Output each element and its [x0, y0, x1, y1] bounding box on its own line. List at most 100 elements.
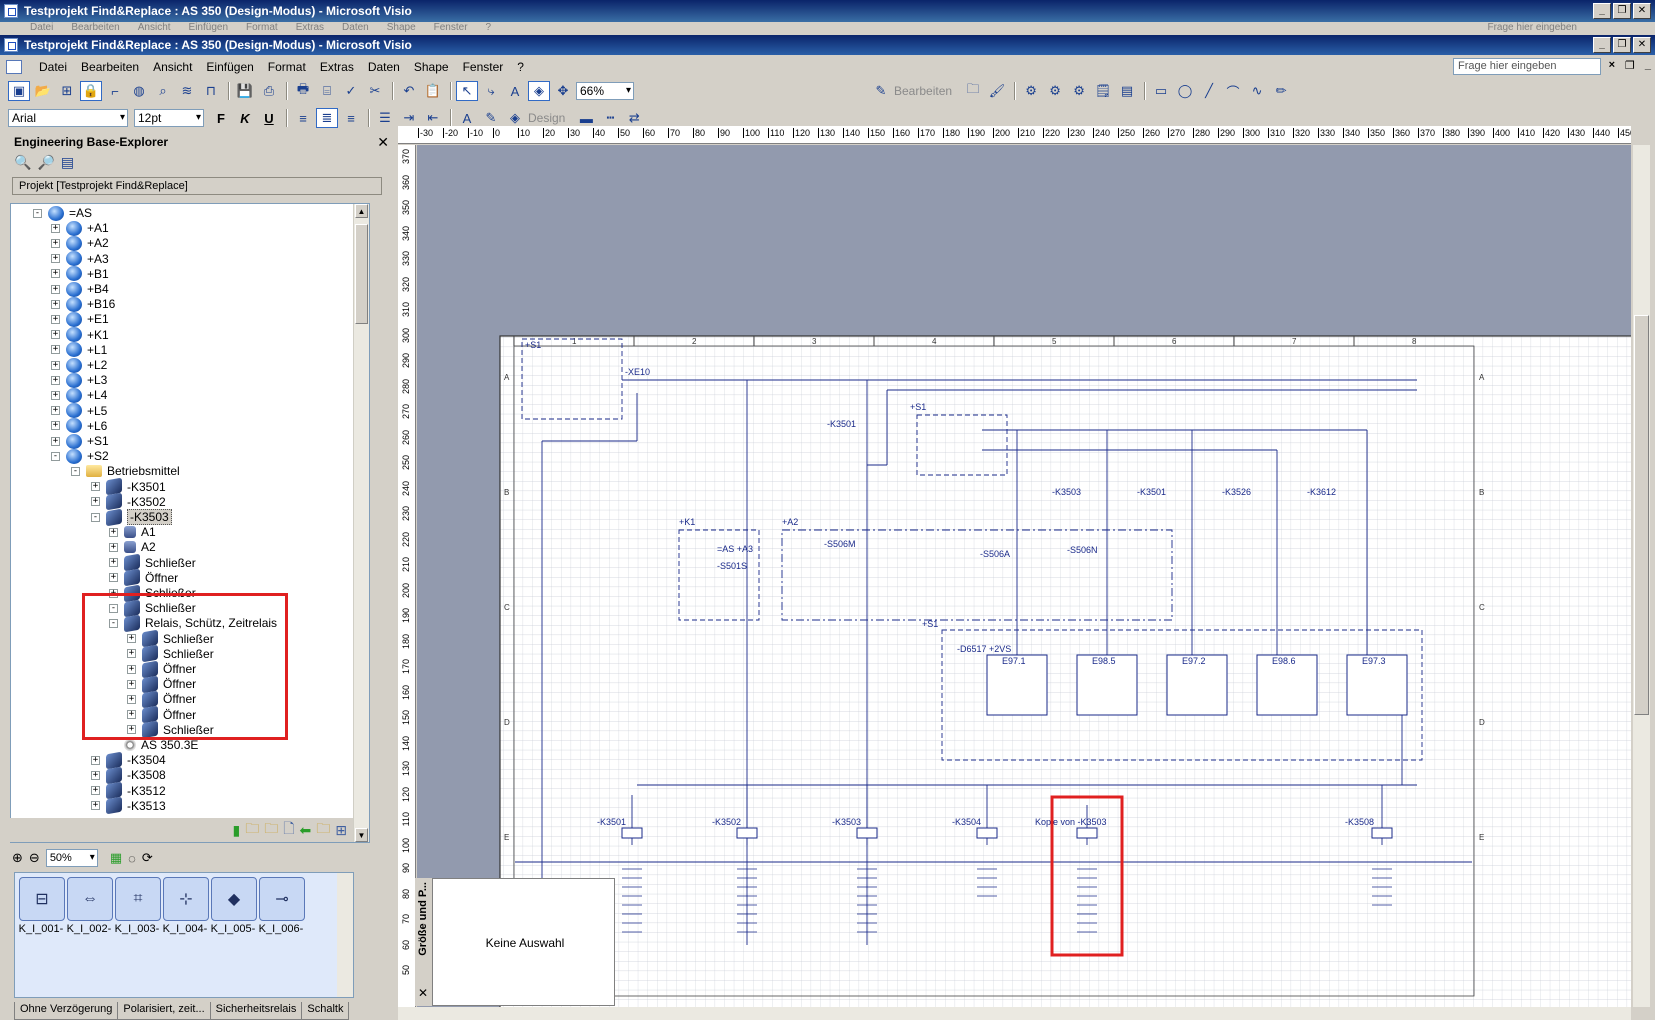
tree-node[interactable]: + +A1	[51, 220, 109, 236]
stencil-zoom-out-icon[interactable]: ⊖	[29, 850, 40, 866]
expand-icon[interactable]: +	[127, 679, 136, 689]
tree-node[interactable]: - -K3503	[91, 508, 172, 526]
tree-node[interactable]: + +A3	[51, 251, 109, 267]
tree-node[interactable]: + +L5	[51, 403, 107, 419]
pencil-tool-icon[interactable]: ✏	[1270, 81, 1292, 101]
menu-extras[interactable]: Extras	[313, 60, 361, 74]
underline-button[interactable]: U	[258, 108, 280, 128]
edit-menu-label[interactable]: Bearbeiten	[894, 84, 952, 98]
stencil-zoom-select[interactable]: 50%	[45, 849, 98, 867]
tree-node[interactable]: + -K3508	[91, 766, 166, 785]
expand-icon[interactable]: +	[109, 542, 118, 552]
tree-node[interactable]: + -K3501	[91, 477, 166, 496]
size-panel-close-icon[interactable]: ✕	[418, 986, 428, 1000]
stencil-shape[interactable]: ⊹	[163, 877, 209, 921]
pointer-tool-icon[interactable]: ↖	[456, 81, 478, 101]
tree-node[interactable]: + Schließer	[109, 584, 196, 602]
tree-node[interactable]: + Öffner	[127, 660, 196, 678]
back-arrow-icon[interactable]: ⬅	[300, 822, 312, 839]
doc-restore-button[interactable]: ❐	[1613, 37, 1631, 53]
tree-node[interactable]: + Öffner	[127, 675, 196, 694]
note-icon[interactable]: 🗒	[1092, 81, 1114, 101]
connector-icon[interactable]: ⌐	[104, 81, 126, 101]
stack-icon[interactable]: ≋	[176, 81, 198, 101]
zoom-select[interactable]: 66%	[576, 82, 634, 100]
tree-node[interactable]: + +E1	[51, 311, 109, 327]
doc-close-button[interactable]: ✕	[1633, 37, 1651, 53]
preview-icon[interactable]: ⌸	[316, 81, 338, 101]
stencil-folder3-icon[interactable]: 🗀	[316, 818, 330, 842]
stencil-folder2-icon[interactable]: 🗀	[264, 818, 278, 842]
expand-icon[interactable]: +	[51, 284, 60, 294]
expand-icon[interactable]: +	[51, 436, 60, 446]
font-size-select[interactable]: 12pt	[134, 109, 204, 127]
tree-node[interactable]: + +L1	[51, 342, 107, 358]
menu-shape[interactable]: Shape	[407, 60, 456, 74]
mdi-close-icon[interactable]: ×	[1609, 59, 1615, 72]
stencil-refresh-icon[interactable]: ⟳	[142, 850, 153, 866]
route-icon[interactable]: ⊓	[200, 81, 222, 101]
collapse-icon[interactable]: -	[71, 466, 80, 476]
line-color-icon[interactable]: ✎	[480, 108, 502, 128]
tree-node[interactable]: + A1	[109, 524, 156, 540]
menu-format[interactable]: Format	[261, 60, 313, 74]
stencil-filter-icon[interactable]: ◌	[128, 851, 136, 866]
align-left-icon[interactable]: ≡	[292, 108, 314, 128]
expand-icon[interactable]: +	[109, 573, 118, 583]
menu-einfügen[interactable]: Einfügen	[199, 60, 260, 74]
table-icon[interactable]: ▤	[1116, 81, 1138, 101]
tree-node[interactable]: + +K1	[51, 327, 109, 343]
expand-icon[interactable]: +	[51, 421, 60, 431]
document-icon[interactable]	[6, 59, 22, 74]
line-tool-icon[interactable]: ╱	[1198, 81, 1220, 101]
find-icon[interactable]: ⌕	[152, 81, 174, 101]
stencil-shape[interactable]: ◆	[211, 877, 257, 921]
expand-icon[interactable]: +	[109, 558, 118, 568]
ellipse-tool-icon[interactable]: ◯	[1174, 81, 1196, 101]
expand-icon[interactable]: +	[51, 299, 60, 309]
line-ends-icon[interactable]: ⇄	[623, 108, 645, 128]
menu-help[interactable]: ?	[510, 60, 531, 74]
print-preview-icon[interactable]: ⎙	[258, 81, 280, 101]
align-right-icon[interactable]: ≡	[340, 108, 362, 128]
text-tool-icon[interactable]: A	[504, 81, 526, 101]
stencil-shape[interactable]: ⌗	[115, 877, 161, 921]
stencil-grid-view-icon[interactable]: ▦	[110, 850, 122, 866]
align-center-icon[interactable]: ≣	[316, 108, 338, 128]
expand-icon[interactable]: +	[127, 664, 136, 674]
line-pattern-icon[interactable]: ┅	[599, 108, 621, 128]
open-icon[interactable]: 📂	[32, 81, 54, 101]
expand-icon[interactable]: +	[51, 375, 60, 385]
tree-node[interactable]: + Öffner	[109, 568, 178, 587]
expand-icon[interactable]: +	[51, 238, 60, 248]
expand-icon[interactable]: +	[91, 770, 100, 780]
restore-button[interactable]: ❐	[1613, 3, 1631, 19]
stencil-tab[interactable]: Polarisiert, zeit...	[117, 1002, 211, 1020]
tree-node[interactable]: + A2	[109, 539, 156, 555]
canvas-vscrollbar[interactable]	[1633, 145, 1650, 1007]
stencil-zoom-in-icon[interactable]: ⊕	[12, 850, 23, 866]
italic-button[interactable]: K	[234, 108, 256, 128]
menu-daten[interactable]: Daten	[361, 60, 407, 74]
mdi-minimize-icon[interactable]: _	[1645, 59, 1651, 72]
collapse-icon[interactable]: -	[33, 208, 42, 218]
tree-node[interactable]: + Schließer	[109, 553, 196, 572]
collapse-icon[interactable]: -	[51, 451, 60, 461]
tree-node[interactable]: AS 350.3E	[109, 737, 198, 753]
stencil-tab[interactable]: Sicherheitsrelais	[209, 1002, 303, 1020]
lock-icon[interactable]: 🔒	[80, 81, 102, 101]
tree-node[interactable]: + +S1	[51, 433, 109, 449]
list-view-icon[interactable]: ▤	[61, 154, 74, 171]
menu-datei[interactable]: Datei	[32, 60, 74, 74]
canvas-hscrollbar[interactable]	[398, 1007, 1631, 1020]
tree-node[interactable]: + +L6	[51, 418, 107, 434]
indent-icon[interactable]: ⇥	[398, 108, 420, 128]
globe-tool-icon[interactable]: ◍	[128, 81, 150, 101]
expand-icon[interactable]: +	[127, 649, 136, 659]
expand-icon[interactable]: +	[51, 330, 60, 340]
connector-tool-icon[interactable]: ⤷	[480, 81, 502, 101]
green-doc-icon[interactable]: ▮	[233, 822, 241, 839]
line-weight-icon[interactable]: ▬	[575, 108, 597, 128]
canvas-vscroll-thumb[interactable]	[1634, 315, 1649, 715]
expand-icon[interactable]: +	[91, 497, 100, 507]
